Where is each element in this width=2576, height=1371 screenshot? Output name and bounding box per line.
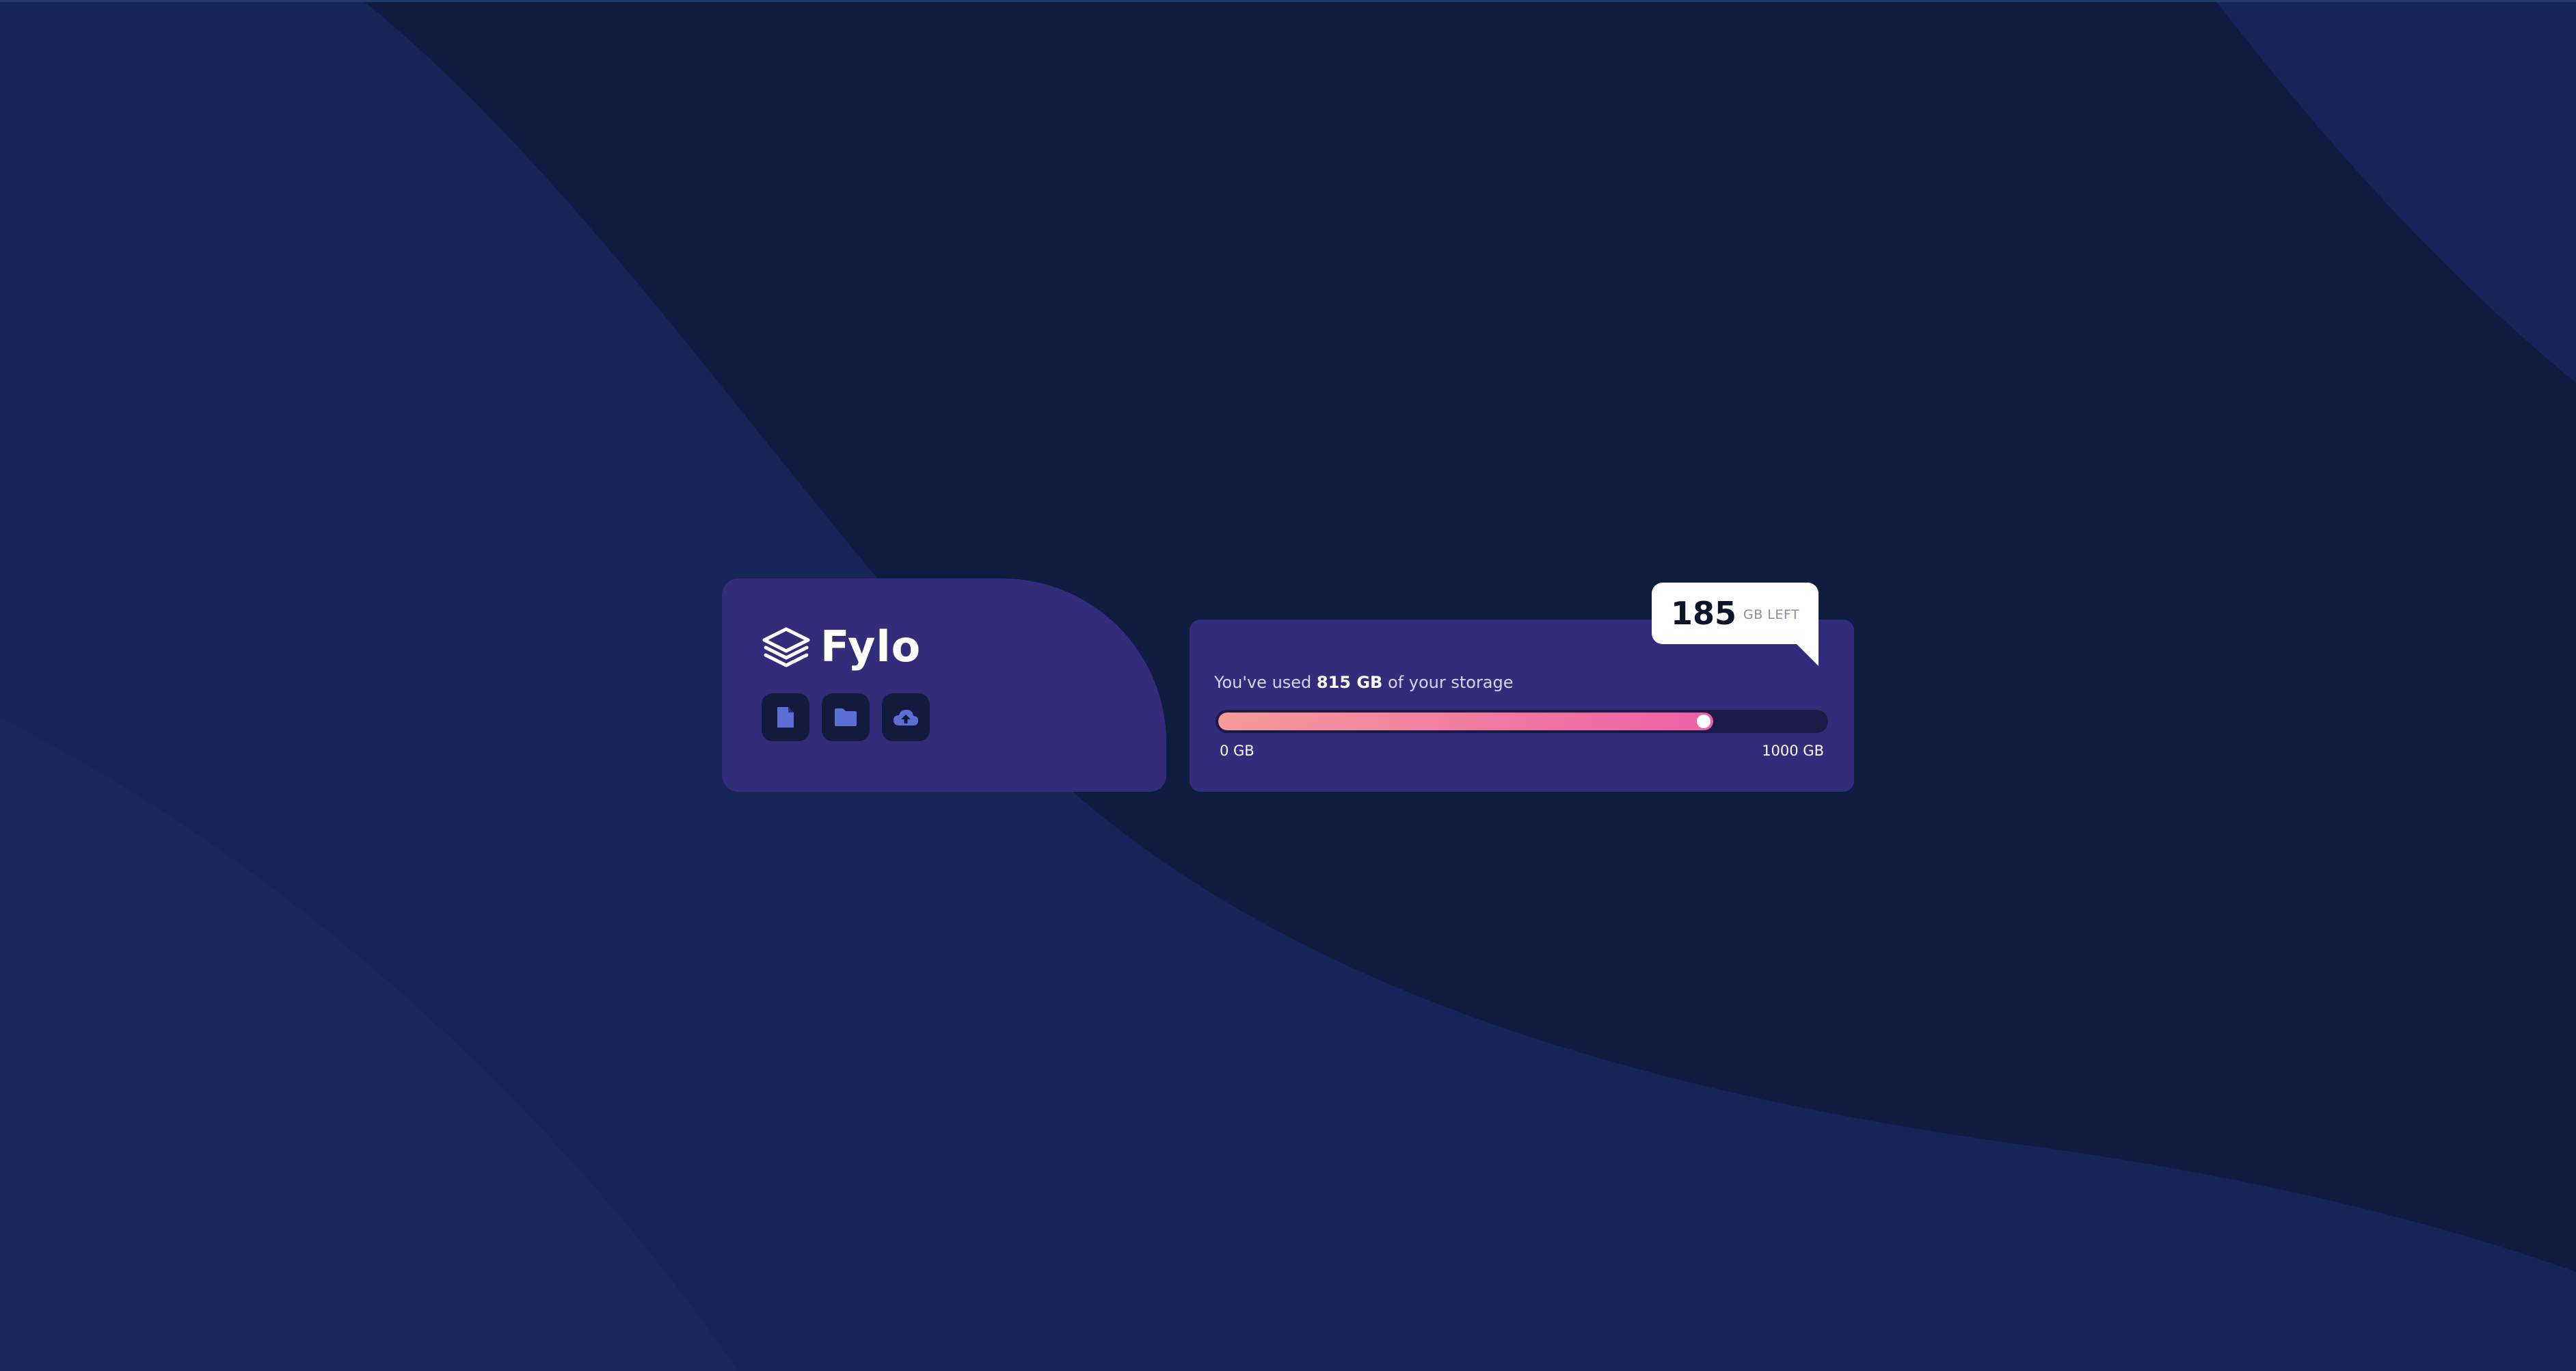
upload-button[interactable] [882, 693, 930, 741]
cloud-upload-icon [892, 708, 920, 727]
storage-progress-track [1216, 710, 1828, 733]
folder-button[interactable] [822, 693, 870, 741]
logo: Fylo [762, 618, 921, 676]
brand-card: Fylo [722, 578, 1166, 792]
document-button[interactable] [762, 693, 809, 741]
progress-knob [1697, 715, 1710, 728]
stage: Fylo You've used 815 GB of your storage … [0, 0, 2576, 1371]
storage-left-value: 185 [1670, 595, 1736, 632]
layers-icon [762, 626, 811, 667]
scale-max-label: 1000 GB [1762, 743, 1824, 759]
storage-left-unit: GB LEFT [1743, 607, 1800, 622]
storage-left-callout: 185 GB LEFT [1652, 583, 1819, 666]
file-actions [762, 693, 930, 741]
usage-prefix: You've used [1214, 673, 1317, 692]
usage-suffix: of your storage [1382, 673, 1514, 692]
storage-progress-fill [1218, 713, 1713, 730]
storage-card: You've used 815 GB of your storage 0 GB … [1190, 620, 1854, 792]
app-name: Fylo [820, 622, 922, 671]
storage-usage-text: You've used 815 GB of your storage [1214, 673, 1514, 692]
scale-min-label: 0 GB [1220, 743, 1255, 759]
folder-icon [833, 707, 858, 728]
document-icon [776, 706, 795, 729]
usage-amount: 815 GB [1316, 673, 1383, 692]
